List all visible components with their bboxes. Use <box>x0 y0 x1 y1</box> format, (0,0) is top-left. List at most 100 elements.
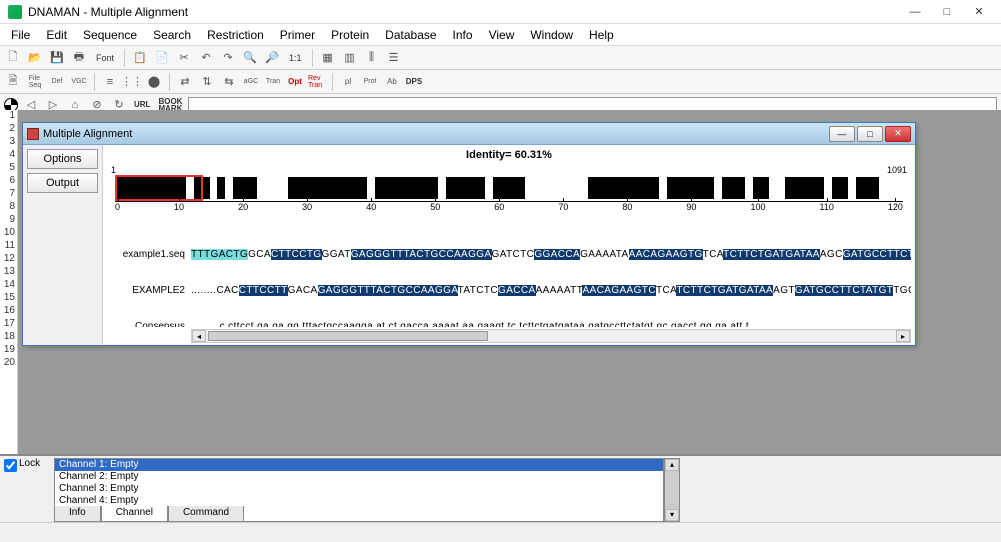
ch-scroll-up-icon[interactable]: ▴ <box>665 459 679 471</box>
tool-list2-icon[interactable]: ⋮⋮ <box>123 73 141 91</box>
alignment-view: Identity= 60.31% 1 1091 <box>103 145 915 345</box>
tool-pl-icon[interactable]: pl <box>339 73 357 91</box>
chart4-icon[interactable]: ☰ <box>385 49 403 67</box>
menu-window[interactable]: Window <box>523 26 580 44</box>
maximize-icon[interactable]: □ <box>933 2 961 22</box>
menu-help[interactable]: Help <box>582 26 621 44</box>
open-icon[interactable]: 📂 <box>26 49 44 67</box>
options-button[interactable]: Options <box>27 149 98 169</box>
window-buttons: — □ ✕ <box>901 2 993 22</box>
undo-icon[interactable]: ↶ <box>197 49 215 67</box>
tool-a3-icon[interactable]: ⇆ <box>220 73 238 91</box>
dps-button[interactable]: DPS <box>405 73 423 91</box>
zoom-icon[interactable]: 🔍 <box>241 49 259 67</box>
channel-row-3[interactable]: Channel 3: Empty <box>55 483 663 495</box>
mdi-titlebar[interactable]: Multiple Alignment — □ ✕ <box>23 123 915 145</box>
seq-label-1: example1.seq <box>107 249 191 261</box>
zoomout-icon[interactable]: 🔎 <box>263 49 281 67</box>
menu-edit[interactable]: Edit <box>39 26 74 44</box>
ratio-button[interactable]: 1:1 <box>285 49 306 67</box>
line-ruler: 1234567891011121314151617181920 <box>0 110 18 454</box>
tab-info[interactable]: Info <box>54 506 101 522</box>
tool-file-icon[interactable]: 🗎 <box>4 73 22 91</box>
font-button[interactable]: Font <box>92 49 118 67</box>
overview-plot[interactable]: 1 1091 <box>107 165 911 215</box>
close-icon[interactable]: ✕ <box>965 2 993 22</box>
mdi-title-text: Multiple Alignment <box>43 128 132 140</box>
mdi-area: 1234567891011121314151617181920 Multiple… <box>0 110 1001 454</box>
bottom-tabs: Info Channel Command <box>54 506 244 522</box>
side-panel: Options Output <box>23 145 103 345</box>
scroll-right-icon[interactable]: ▸ <box>896 330 910 342</box>
overview-ticks: 0102030405060708090100110120 <box>115 201 903 215</box>
tool-seq-icon[interactable]: FileSeq <box>26 73 44 91</box>
ch-scroll-track[interactable] <box>665 471 679 509</box>
scroll-thumb[interactable] <box>208 331 488 341</box>
menu-view[interactable]: View <box>482 26 522 44</box>
overview-selection[interactable] <box>115 175 203 201</box>
mdi-close-icon[interactable]: ✕ <box>885 126 911 142</box>
seq-data-consensus: ........ c cttcct ga ga gg tttactgccaagg… <box>191 321 911 327</box>
app-logo-icon <box>8 5 22 19</box>
tool-a4-icon[interactable]: aGC <box>242 73 260 91</box>
mdi-minimize-icon[interactable]: — <box>829 126 855 142</box>
range-end: 1091 <box>887 165 907 175</box>
menu-sequence[interactable]: Sequence <box>76 26 144 44</box>
save-icon[interactable]: 💾 <box>48 49 66 67</box>
statusbar <box>0 522 1001 542</box>
lock-area: Lock <box>0 456 54 522</box>
opt-button[interactable]: Opt <box>286 73 304 91</box>
ch-scroll-down-icon[interactable]: ▾ <box>665 509 679 521</box>
chart3-icon[interactable]: ⫼ <box>363 49 381 67</box>
seq-label-2: EXAMPLE2 <box>107 285 191 297</box>
print-icon[interactable]: 🖶 <box>70 49 88 67</box>
titlebar: DNAMAN - Multiple Alignment — □ ✕ <box>0 0 1001 24</box>
tool-vac-icon[interactable]: VGC <box>70 73 88 91</box>
menu-info[interactable]: Info <box>446 26 480 44</box>
menubar: File Edit Sequence Search Restriction Pr… <box>0 24 1001 46</box>
tool-prot-icon[interactable]: Prot <box>361 73 379 91</box>
minimize-icon[interactable]: — <box>901 2 929 22</box>
tab-channel[interactable]: Channel <box>101 506 168 522</box>
output-button[interactable]: Output <box>27 173 98 193</box>
menu-database[interactable]: Database <box>378 26 443 44</box>
tool-ab-icon[interactable]: Ab <box>383 73 401 91</box>
revtran-button[interactable]: Rev Tran <box>308 73 326 91</box>
toolbar-1: 🗋 📂 💾 🖶 Font 📋 📄 ✂ ↶ ↷ 🔍 🔎 1:1 ▦ ▥ ⫼ ☰ <box>0 46 1001 70</box>
tool-color-icon[interactable]: ⬤ <box>145 73 163 91</box>
menu-file[interactable]: File <box>4 26 37 44</box>
mdi-maximize-icon[interactable]: □ <box>857 126 883 142</box>
copy-icon[interactable]: 📋 <box>131 49 149 67</box>
alignment-window: Multiple Alignment — □ ✕ Options Output … <box>22 122 916 346</box>
lock-checkbox[interactable] <box>4 459 17 472</box>
identity-label: Identity= 60.31% <box>466 149 552 161</box>
channel-scrollbar[interactable]: ▴ ▾ <box>664 458 680 522</box>
chart2-icon[interactable]: ▥ <box>341 49 359 67</box>
mdi-logo-icon <box>27 128 39 140</box>
tool-tran-icon[interactable]: Tran <box>264 73 282 91</box>
channel-row-2[interactable]: Channel 2: Empty <box>55 471 663 483</box>
menu-protein[interactable]: Protein <box>324 26 376 44</box>
chart1-icon[interactable]: ▦ <box>319 49 337 67</box>
app-title: DNAMAN - Multiple Alignment <box>28 5 188 19</box>
sequence-area[interactable]: example1.seqTTTGACTGGCACTTCCTGGGATGAGGGT… <box>107 225 911 327</box>
channel-row-1[interactable]: Channel 1: Empty <box>55 459 663 471</box>
menu-primer[interactable]: Primer <box>273 26 322 44</box>
menu-restriction[interactable]: Restriction <box>200 26 271 44</box>
overview-bars <box>115 177 903 199</box>
redo-icon[interactable]: ↷ <box>219 49 237 67</box>
tab-command[interactable]: Command <box>168 506 244 522</box>
scroll-left-icon[interactable]: ◂ <box>192 330 206 342</box>
tool-def-icon[interactable]: Def <box>48 73 66 91</box>
toolbar-2: 🗎 FileSeq Def VGC ≡ ⋮⋮ ⬤ ⇄ ⇅ ⇆ aGC Tran … <box>0 70 1001 94</box>
seq-data-1: TTTGACTGGCACTTCCTGGGATGAGGGTTTACTGCCAAGG… <box>191 249 911 261</box>
new-icon[interactable]: 🗋 <box>4 49 22 67</box>
tool-list1-icon[interactable]: ≡ <box>101 73 119 91</box>
cut-icon[interactable]: ✂ <box>175 49 193 67</box>
tool-a2-icon[interactable]: ⇅ <box>198 73 216 91</box>
tool-a1-icon[interactable]: ⇄ <box>176 73 194 91</box>
hscrollbar[interactable]: ◂ ▸ <box>191 329 911 343</box>
paste-icon[interactable]: 📄 <box>153 49 171 67</box>
seq-data-2: ........CACCTTCCTTGACAGAGGGTTTACTGCCAAGG… <box>191 285 911 297</box>
menu-search[interactable]: Search <box>146 26 198 44</box>
